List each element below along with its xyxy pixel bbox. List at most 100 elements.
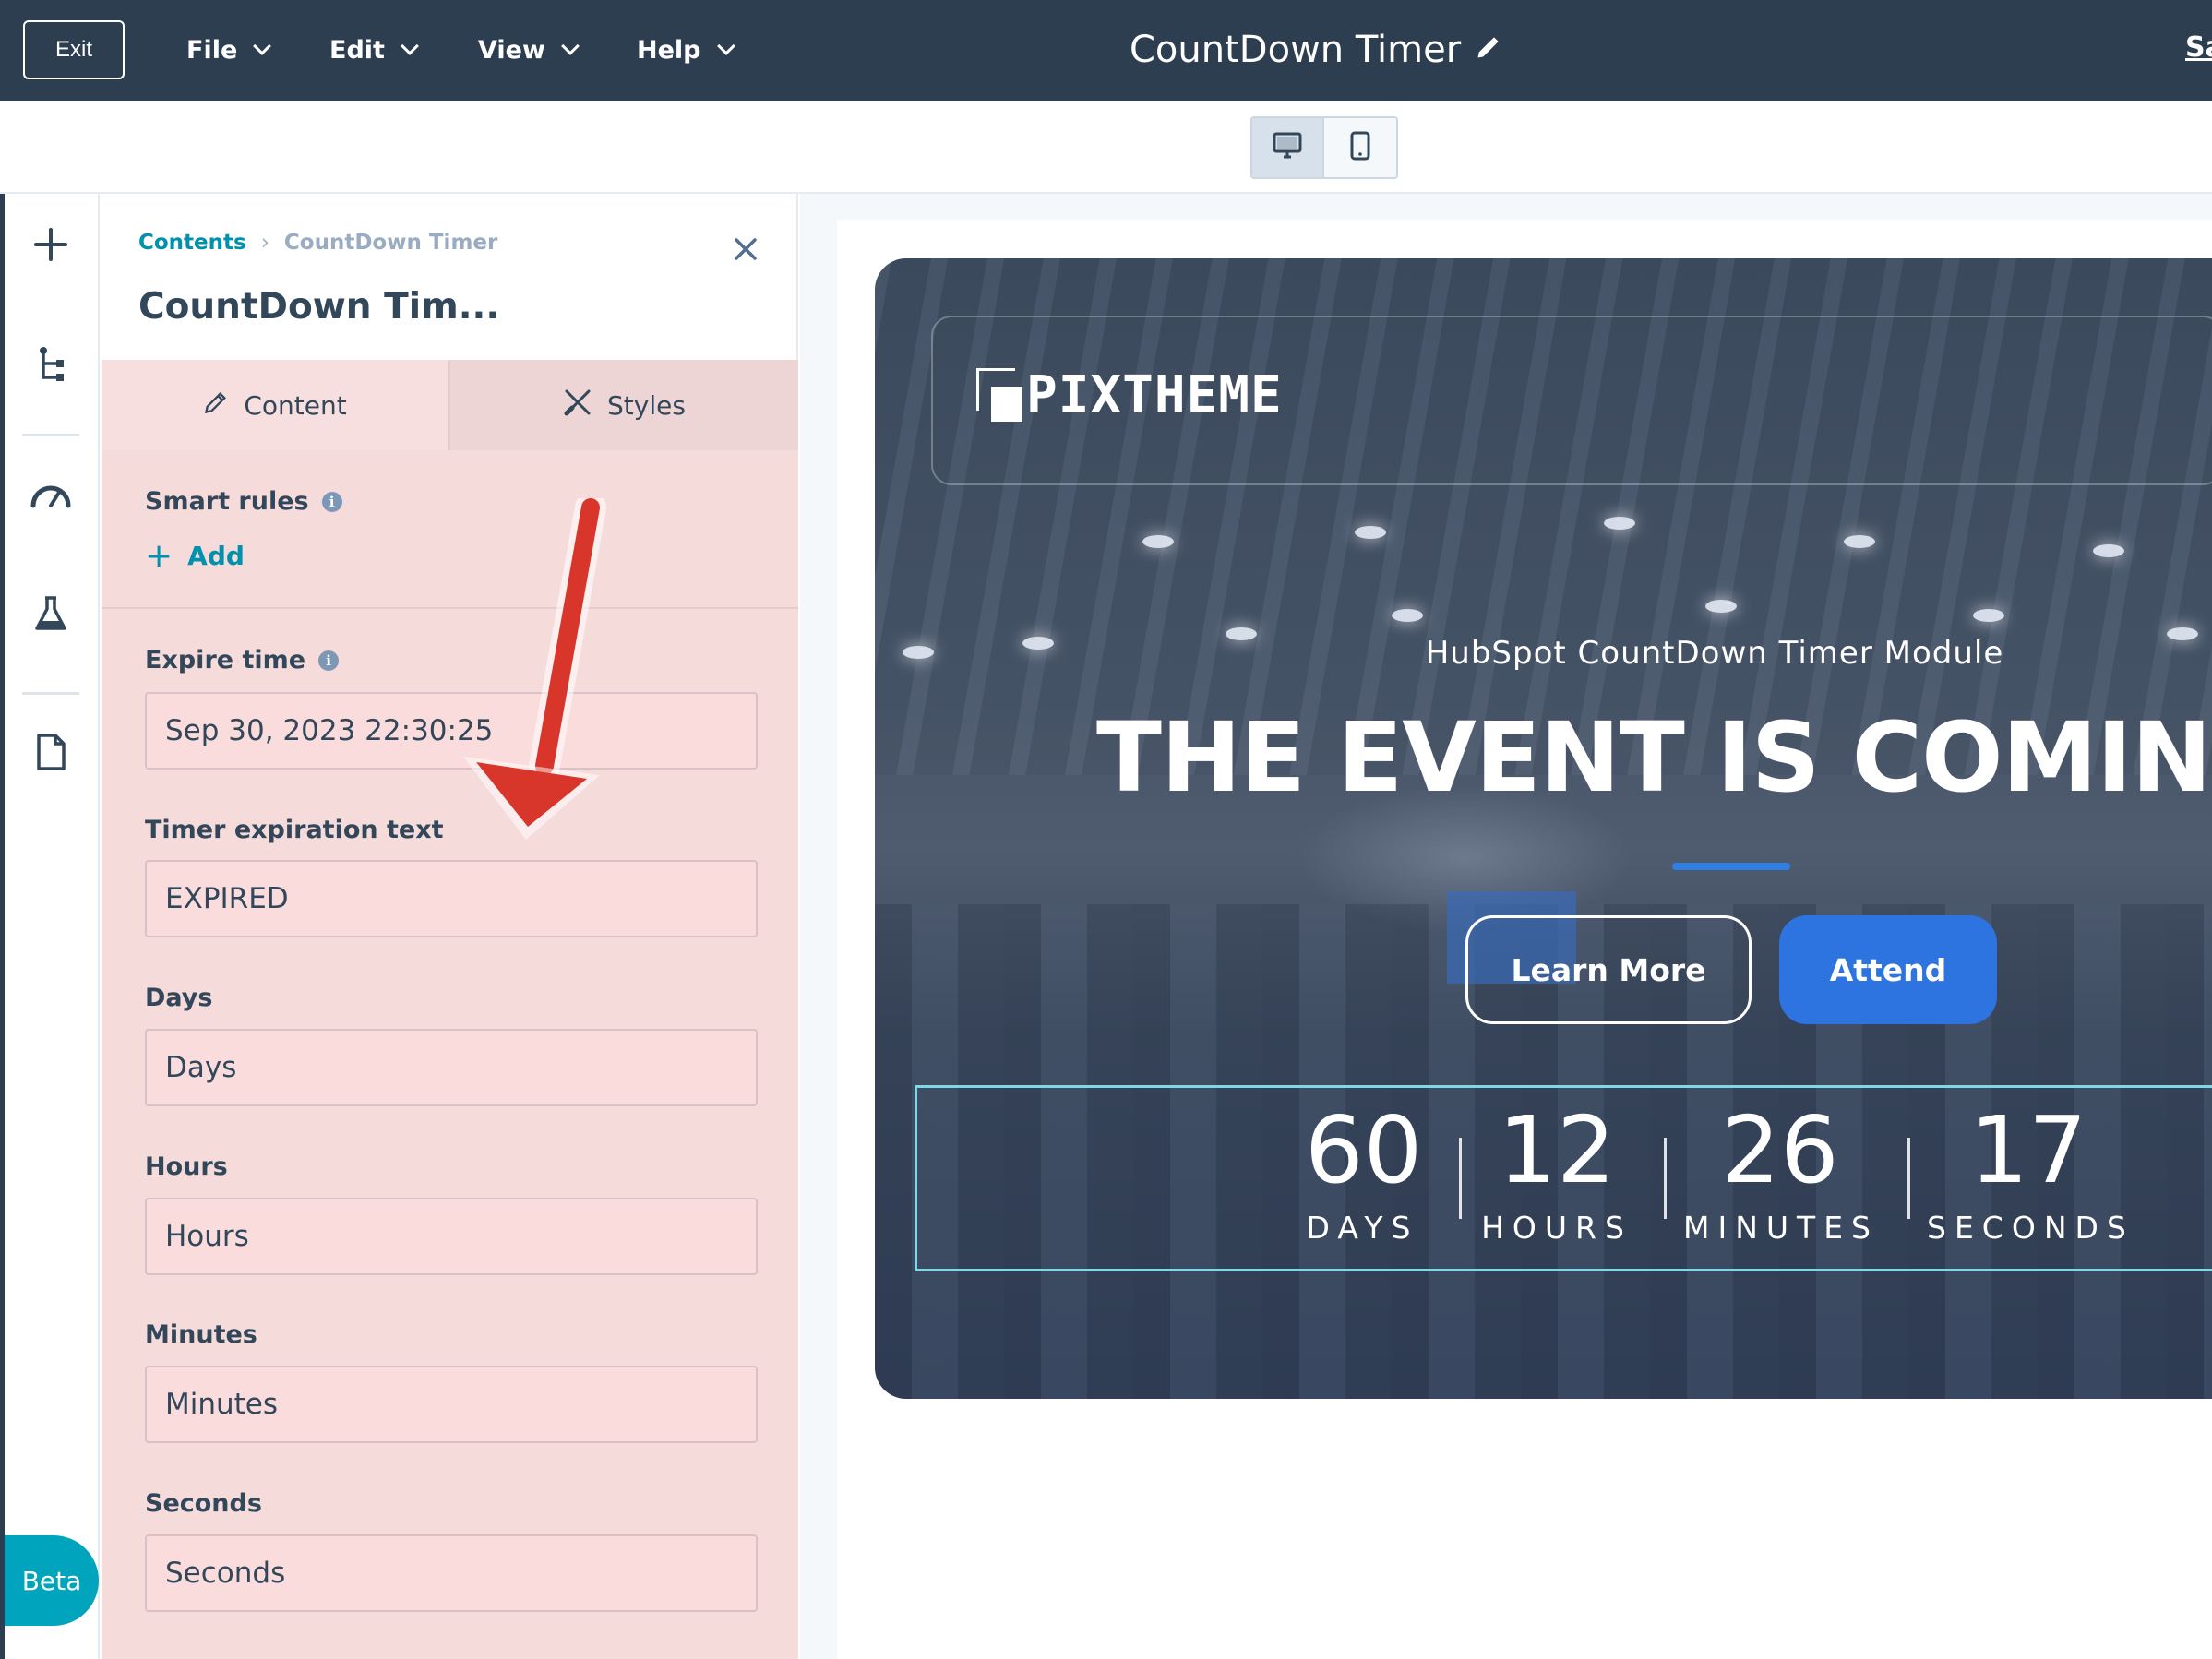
tab-content-label: Content <box>244 389 347 421</box>
pencil-icon <box>203 389 229 422</box>
smart-rules-label: Smart rules i <box>145 487 342 516</box>
timer-days: 60 DAYS <box>1305 1088 1423 1272</box>
module-editor-panel: Contents › CountDown Timer CountDown Tim… <box>102 194 798 1659</box>
logo-mark-icon <box>976 367 1022 424</box>
save-link[interactable]: Sa <box>2185 31 2212 64</box>
speedometer-icon[interactable] <box>28 471 74 517</box>
desktop-view-button[interactable] <box>1252 118 1325 177</box>
menu-edit-label: Edit <box>329 35 385 65</box>
chevron-down-icon <box>561 37 580 55</box>
hours-label: Hours <box>145 1152 228 1181</box>
section-divider <box>102 607 798 609</box>
countdown-timer: 60 DAYS 12 HOURS 26 MINUTES 17 SECONDS <box>915 1085 2212 1271</box>
sidebar-divider <box>22 434 79 436</box>
menu-file[interactable]: File <box>186 0 272 100</box>
ceiling-light <box>1844 535 1875 548</box>
breadcrumb-contents-link[interactable]: Contents <box>138 231 246 255</box>
left-sidebar <box>0 194 100 1659</box>
expire-time-text: Expire time <box>145 646 306 674</box>
panel-tabs: Content Styles <box>102 360 798 450</box>
menu-view[interactable]: View <box>478 0 580 100</box>
pixtheme-logo[interactable]: PIXTHEME <box>976 365 1283 425</box>
seconds-input[interactable]: Seconds <box>145 1534 758 1612</box>
top-bar: Exit File Edit View Help CountDown Timer… <box>0 0 2212 101</box>
exit-button[interactable]: Exit <box>23 20 125 79</box>
menu-edit[interactable]: Edit <box>329 0 419 100</box>
days-input[interactable]: Days <box>145 1029 758 1106</box>
timer-hours: 12 HOURS <box>1478 1088 1635 1272</box>
tree-icon[interactable] <box>28 341 74 388</box>
headline-underline <box>1672 863 1790 870</box>
seconds-label: Seconds <box>145 1489 262 1518</box>
timer-minutes: 26 MINUTES <box>1683 1088 1877 1272</box>
hero-subtitle: HubSpot CountDown Timer Module <box>1425 635 2004 672</box>
seconds-caption: SECONDS <box>1927 1210 2134 1246</box>
menu-help[interactable]: Help <box>637 0 735 100</box>
edit-title-pencil-icon[interactable] <box>1475 35 1501 65</box>
ceiling-light <box>1355 526 1386 539</box>
plus-icon: + <box>145 537 173 575</box>
logo-text: PIXTHEME <box>1026 365 1283 425</box>
beta-tab[interactable]: Beta <box>5 1535 99 1626</box>
tab-styles-label: Styles <box>607 389 686 421</box>
plus-icon[interactable] <box>28 221 74 268</box>
menu-help-label: Help <box>637 35 701 65</box>
expire-time-input[interactable]: Sep 30, 2023 22:30:25 <box>145 692 758 770</box>
breadcrumb: Contents › CountDown Timer <box>138 231 497 255</box>
seconds-value: 17 <box>1969 1096 2087 1204</box>
chevron-down-icon <box>253 37 272 55</box>
menu-file-label: File <box>186 35 238 65</box>
minutes-caption: MINUTES <box>1683 1210 1879 1246</box>
timer-divider <box>1907 1138 1910 1219</box>
countdown-hero-module[interactable]: PIXTHEME HubSpot CountDown Timer Module … <box>875 258 2212 1399</box>
attend-button[interactable]: Attend <box>1779 915 1997 1024</box>
tab-styles[interactable]: Styles <box>450 360 798 450</box>
ceiling-light <box>1392 609 1423 622</box>
tab-content[interactable]: Content <box>102 360 450 450</box>
flask-icon[interactable] <box>28 591 74 637</box>
learn-more-button[interactable]: Learn More <box>1465 915 1752 1024</box>
hours-input[interactable]: Hours <box>145 1198 758 1275</box>
chevron-down-icon <box>716 37 735 55</box>
page-icon[interactable] <box>28 729 74 775</box>
ceiling-light <box>1604 517 1635 530</box>
minutes-input[interactable]: Minutes <box>145 1366 758 1443</box>
ceiling-light <box>1142 535 1174 548</box>
days-value: 60 <box>1305 1096 1423 1204</box>
menu-view-label: View <box>478 35 545 65</box>
styles-icon <box>563 388 592 424</box>
ceiling-light <box>2093 544 2124 557</box>
hero-headline: THE EVENT IS COMING SO <box>1096 701 2212 814</box>
sidebar-edge <box>0 194 5 1659</box>
content-form-area: Content Styles Smart rules i + Add Expir… <box>102 360 798 1659</box>
hours-caption: HOURS <box>1481 1210 1632 1246</box>
add-smart-rule-label: Add <box>187 541 245 571</box>
mobile-view-button[interactable] <box>1324 118 1396 177</box>
mobile-icon <box>1350 131 1370 164</box>
sidebar-divider <box>22 692 79 695</box>
editor-toolbar <box>0 101 2212 194</box>
timer-expiration-text-input[interactable]: EXPIRED <box>145 860 758 937</box>
breadcrumb-current: CountDown Timer <box>283 231 498 255</box>
close-icon[interactable] <box>729 233 762 266</box>
smart-rules-text: Smart rules <box>145 487 309 516</box>
minutes-label: Minutes <box>145 1320 257 1349</box>
ceiling-light <box>1705 600 1737 613</box>
breadcrumb-separator: › <box>260 231 269 255</box>
timer-divider <box>1459 1138 1462 1219</box>
days-caption: DAYS <box>1306 1210 1419 1246</box>
desktop-icon <box>1273 132 1302 163</box>
expire-time-label: Expire time i <box>145 646 340 674</box>
add-smart-rule-button[interactable]: + Add <box>145 537 245 575</box>
hours-value: 12 <box>1498 1096 1616 1204</box>
document-title[interactable]: CountDown Timer <box>1130 0 1461 100</box>
timer-expiration-text-label: Timer expiration text <box>145 816 444 844</box>
panel-title: CountDown Tim... <box>138 286 500 328</box>
device-toggle <box>1250 116 1398 179</box>
annotation-arrow <box>463 498 606 840</box>
minutes-value: 26 <box>1721 1096 1839 1204</box>
ceiling-light <box>1973 609 2004 622</box>
chevron-down-icon <box>401 37 419 55</box>
info-icon[interactable]: i <box>321 491 342 512</box>
info-icon[interactable]: i <box>318 650 340 671</box>
